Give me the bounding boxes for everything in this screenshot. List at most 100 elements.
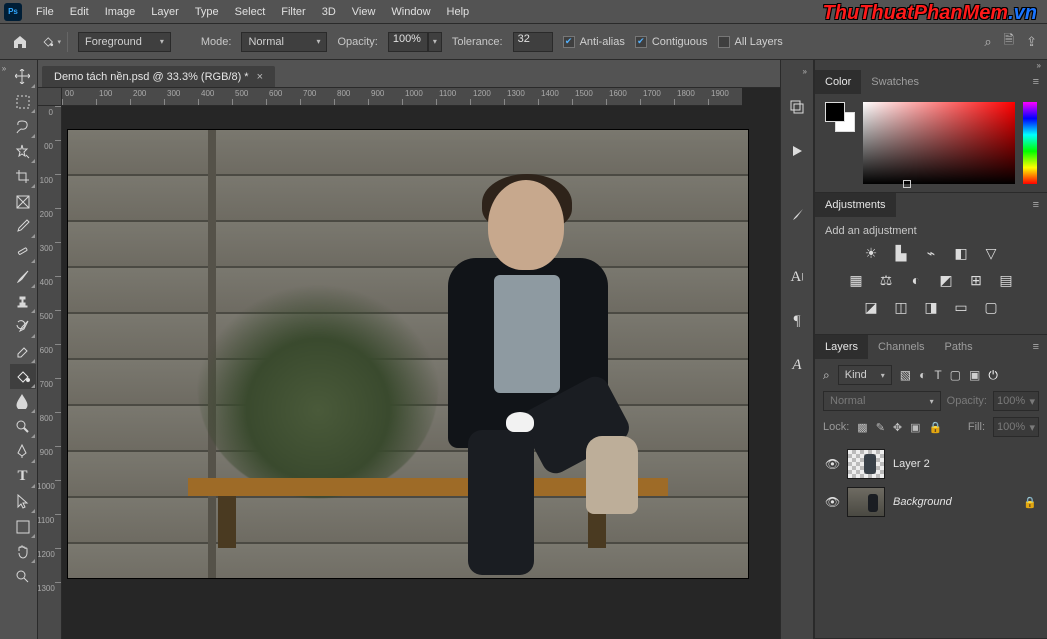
- adj-vibrance-icon[interactable]: ▽: [983, 245, 999, 262]
- menu-layer[interactable]: Layer: [143, 0, 187, 24]
- panel-menu-icon[interactable]: ≡: [1025, 341, 1047, 353]
- search-icon[interactable]: ⌕: [984, 34, 991, 50]
- paragraph-icon[interactable]: ¶: [794, 308, 801, 334]
- menu-view[interactable]: View: [344, 0, 384, 24]
- dock-collapse-handle[interactable]: »: [781, 66, 813, 76]
- actions-play-icon[interactable]: [790, 138, 804, 164]
- tool-healing[interactable]: [10, 239, 36, 264]
- tool-paint-bucket[interactable]: [10, 364, 36, 389]
- tool-dodge[interactable]: [10, 414, 36, 439]
- tool-move[interactable]: [10, 64, 36, 89]
- visibility-icon[interactable]: 👁: [825, 457, 839, 471]
- tab-paths[interactable]: Paths: [935, 335, 983, 359]
- tool-eyedropper[interactable]: [10, 214, 36, 239]
- filter-smart-icon[interactable]: ▣: [969, 368, 980, 383]
- tool-shape[interactable]: [10, 514, 36, 539]
- adj-balance-icon[interactable]: ⚖: [878, 272, 894, 289]
- panel-menu-icon[interactable]: ≡: [1025, 76, 1047, 88]
- lock-icon[interactable]: 🔒: [1023, 496, 1037, 509]
- panels-collapse-handle[interactable]: »: [815, 60, 1047, 70]
- adj-bw-icon[interactable]: ◐: [908, 272, 924, 289]
- menu-window[interactable]: Window: [383, 0, 438, 24]
- document-tab[interactable]: Demo tách nền.psd @ 33.3% (RGB/8) * ×: [42, 66, 275, 87]
- filter-type-icon[interactable]: T: [934, 368, 941, 383]
- tool-zoom[interactable]: [10, 564, 36, 589]
- layer-filter-kind-dropdown[interactable]: Kind▾: [838, 365, 892, 385]
- adj-mixer-icon[interactable]: ⊞: [968, 272, 984, 289]
- visibility-icon[interactable]: 👁: [825, 495, 839, 509]
- menu-file[interactable]: File: [28, 0, 62, 24]
- glyphs-icon[interactable]: A: [792, 352, 801, 378]
- menu-filter[interactable]: Filter: [273, 0, 313, 24]
- fill-source-dropdown[interactable]: Foreground▾: [78, 32, 171, 52]
- tab-color[interactable]: Color: [815, 70, 861, 94]
- foreground-swatch[interactable]: [825, 102, 845, 122]
- share-doc-icon[interactable]: 🗎: [1004, 31, 1014, 53]
- ruler-horizontal[interactable]: 0010020030040050060070080090010001100120…: [62, 88, 742, 106]
- tool-quick-select[interactable]: [10, 139, 36, 164]
- filter-shape-icon[interactable]: ▢: [950, 368, 961, 383]
- blend-mode-dropdown[interactable]: Normal▾: [241, 32, 327, 52]
- opacity-flyout[interactable]: ▾: [428, 32, 442, 52]
- lock-pixels-icon[interactable]: ✎: [876, 421, 885, 434]
- layer-name[interactable]: Background: [893, 496, 952, 508]
- menu-3d[interactable]: 3D: [314, 0, 344, 24]
- menu-select[interactable]: Select: [227, 0, 274, 24]
- tab-swatches[interactable]: Swatches: [861, 70, 929, 94]
- filter-toggle-icon[interactable]: ⏻: [988, 368, 998, 383]
- panel-menu-icon[interactable]: ≡: [1025, 199, 1047, 211]
- layer-name[interactable]: Layer 2: [893, 458, 930, 470]
- tool-type[interactable]: T: [10, 464, 36, 489]
- blend-mode-dropdown[interactable]: Normal▾: [823, 391, 941, 411]
- antialias-checkbox[interactable]: Anti-alias: [563, 36, 625, 48]
- lock-transparency-icon[interactable]: ▩: [857, 421, 867, 434]
- all-layers-checkbox[interactable]: All Layers: [718, 36, 783, 48]
- tool-lasso[interactable]: [10, 114, 36, 139]
- menu-help[interactable]: Help: [439, 0, 478, 24]
- filter-pixel-icon[interactable]: ▧: [900, 368, 911, 383]
- canvas[interactable]: [62, 106, 780, 639]
- share-icon[interactable]: ⇪: [1026, 34, 1037, 50]
- layer-thumbnail[interactable]: [847, 487, 885, 517]
- contiguous-checkbox[interactable]: Contiguous: [635, 36, 708, 48]
- adj-photofilter-icon[interactable]: ◩: [938, 272, 954, 289]
- history-icon[interactable]: [789, 94, 805, 120]
- brushes-icon[interactable]: [790, 201, 805, 227]
- layer-row[interactable]: 👁 Background 🔒: [823, 483, 1039, 521]
- tool-history-brush[interactable]: [10, 314, 36, 339]
- adj-hue-icon[interactable]: ▦: [848, 272, 864, 289]
- tool-hand[interactable]: [10, 539, 36, 564]
- menu-image[interactable]: Image: [97, 0, 144, 24]
- layer-thumbnail[interactable]: [847, 449, 885, 479]
- adj-threshold-icon[interactable]: ◨: [923, 299, 939, 316]
- close-icon[interactable]: ×: [257, 71, 263, 83]
- tool-blur[interactable]: [10, 389, 36, 414]
- tolerance-input[interactable]: 32: [513, 32, 553, 52]
- adj-gradientmap-icon[interactable]: ▭: [953, 299, 969, 316]
- adj-curves-icon[interactable]: ⌁: [923, 245, 939, 262]
- character-icon[interactable]: A|: [791, 264, 804, 290]
- ruler-origin[interactable]: [38, 88, 62, 106]
- tool-eraser[interactable]: [10, 339, 36, 364]
- menu-type[interactable]: Type: [187, 0, 227, 24]
- tool-frame[interactable]: [10, 189, 36, 214]
- tool-pen[interactable]: [10, 439, 36, 464]
- tool-stamp[interactable]: [10, 289, 36, 314]
- foreground-background-swatch[interactable]: [825, 102, 855, 132]
- color-field[interactable]: [863, 102, 1015, 184]
- tool-brush[interactable]: [10, 264, 36, 289]
- layer-row[interactable]: 👁 Layer 2: [823, 445, 1039, 483]
- tool-preset-button[interactable]: ▾: [42, 32, 68, 52]
- filter-adjust-icon[interactable]: ◐: [919, 368, 926, 383]
- tab-layers[interactable]: Layers: [815, 335, 868, 359]
- adj-posterize-icon[interactable]: ◫: [893, 299, 909, 316]
- ruler-vertical[interactable]: 0001002003004005006007008009001000110012…: [38, 106, 62, 639]
- tab-channels[interactable]: Channels: [868, 335, 934, 359]
- adj-levels-icon[interactable]: ▙: [893, 245, 909, 262]
- tab-adjustments[interactable]: Adjustments: [815, 193, 896, 217]
- tool-crop[interactable]: [10, 164, 36, 189]
- layer-opacity-input[interactable]: 100%▾: [993, 391, 1039, 411]
- opacity-input[interactable]: 100%: [388, 32, 428, 52]
- lock-artboard-icon[interactable]: ▣: [910, 421, 920, 434]
- lock-all-icon[interactable]: 🔒: [929, 421, 943, 434]
